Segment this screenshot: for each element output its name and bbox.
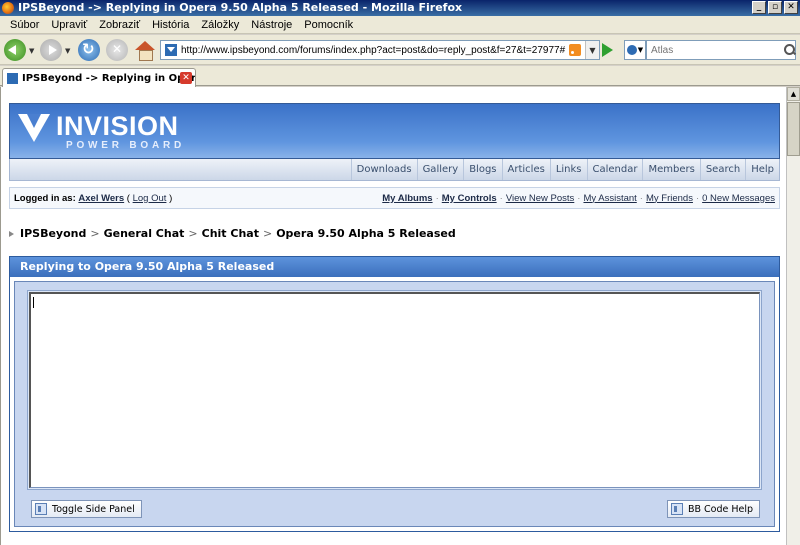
breadcrumb-separator: > bbox=[90, 227, 100, 240]
help-icon bbox=[670, 503, 683, 515]
breadcrumb-separator: > bbox=[188, 227, 198, 240]
toggle-side-panel-button[interactable]: Toggle Side Panel bbox=[31, 500, 142, 518]
user-links: My Albums · My Controls · View New Posts… bbox=[382, 193, 775, 204]
breadcrumb-item[interactable]: IPSBeyond bbox=[20, 227, 86, 240]
site-favicon-icon bbox=[165, 44, 177, 56]
menu-edit[interactable]: Upraviť bbox=[45, 19, 93, 31]
breadcrumb-current[interactable]: Opera 9.50 Alpha 5 Released bbox=[276, 227, 456, 240]
stop-icon[interactable] bbox=[106, 39, 128, 61]
nav-articles[interactable]: Articles bbox=[501, 159, 550, 180]
search-engine-icon bbox=[626, 45, 637, 55]
home-icon[interactable] bbox=[134, 39, 156, 61]
nav-search[interactable]: Search bbox=[699, 159, 745, 180]
new-messages-link[interactable]: 0 New Messages bbox=[702, 193, 775, 204]
forum-banner: INVISION POWER BOARD bbox=[9, 103, 780, 159]
logout-paren-open: ( bbox=[126, 192, 130, 204]
logged-in-label: Logged in as: bbox=[14, 192, 76, 204]
editor-frame: Toggle Side Panel BB Code Help bbox=[14, 281, 775, 527]
vertical-scrollbar[interactable]: ▲ bbox=[786, 87, 800, 545]
scroll-up-icon[interactable]: ▲ bbox=[787, 87, 800, 101]
menu-file[interactable]: Súbor bbox=[4, 19, 45, 31]
tab-active[interactable]: IPSBeyond -> Replying in Opera ... ✕ bbox=[2, 68, 196, 87]
go-arrow-icon[interactable] bbox=[602, 43, 613, 57]
forward-history-dropdown-icon[interactable]: ▼ bbox=[65, 47, 70, 55]
back-arrow-icon[interactable] bbox=[4, 39, 26, 61]
search-engine-selector[interactable]: ▼ bbox=[624, 40, 646, 60]
menu-history[interactable]: História bbox=[146, 19, 195, 31]
editor-container bbox=[27, 290, 762, 490]
close-window-button[interactable]: ✕ bbox=[784, 1, 798, 14]
tab-label: IPSBeyond -> Replying in Opera ... bbox=[22, 72, 195, 84]
separator-dot: · bbox=[695, 192, 700, 204]
my-friends-link[interactable]: My Friends bbox=[646, 193, 693, 204]
menu-help[interactable]: Pomocník bbox=[298, 19, 359, 31]
breadcrumb: IPSBeyond > General Chat > Chit Chat > O… bbox=[9, 227, 780, 240]
rss-feed-icon[interactable] bbox=[569, 44, 581, 56]
toggle-side-panel-label: Toggle Side Panel bbox=[52, 503, 135, 515]
firefox-icon bbox=[2, 2, 14, 14]
reply-panel: Replying to Opera 9.50 Alpha 5 Released … bbox=[9, 256, 780, 532]
nav-links[interactable]: Links bbox=[549, 159, 587, 180]
search-box[interactable] bbox=[646, 40, 796, 60]
logout-link[interactable]: Log Out bbox=[133, 193, 167, 204]
separator-dot: · bbox=[435, 192, 439, 204]
url-bar[interactable]: ▼ bbox=[160, 40, 600, 60]
tab-bar: IPSBeyond -> Replying in Opera ... ✕ bbox=[0, 66, 800, 87]
menu-tools[interactable]: Nástroje bbox=[245, 19, 298, 31]
nav-blogs[interactable]: Blogs bbox=[463, 159, 501, 180]
forum-nav: Downloads Gallery Blogs Articles Links C… bbox=[9, 159, 780, 181]
window-titlebar: IPSBeyond -> Replying in Opera 9.50 Alph… bbox=[0, 0, 800, 16]
menu-view[interactable]: Zobraziť bbox=[93, 19, 146, 31]
invision-logo-icon bbox=[18, 114, 50, 142]
my-controls-link[interactable]: My Controls bbox=[442, 193, 497, 204]
separator-dot: · bbox=[577, 192, 581, 204]
nav-downloads[interactable]: Downloads bbox=[350, 159, 417, 180]
side-panel-icon bbox=[35, 503, 47, 515]
view-new-posts-link[interactable]: View New Posts bbox=[506, 193, 574, 204]
menu-bookmarks[interactable]: Záložky bbox=[195, 19, 245, 31]
username-link[interactable]: Axel Wers bbox=[78, 193, 124, 204]
breadcrumb-item[interactable]: Chit Chat bbox=[202, 227, 259, 240]
text-caret bbox=[33, 297, 34, 308]
minimize-button[interactable]: _ bbox=[752, 1, 766, 14]
forum-page: INVISION POWER BOARD Downloads Gallery B… bbox=[9, 103, 780, 532]
page-viewport: INVISION POWER BOARD Downloads Gallery B… bbox=[0, 87, 786, 545]
login-info: Logged in as: Axel Wers ( Log Out ) bbox=[14, 193, 382, 204]
bb-code-help-button[interactable]: BB Code Help bbox=[666, 500, 760, 518]
logout-paren-close: ) bbox=[169, 192, 173, 204]
my-assistant-link[interactable]: My Assistant bbox=[583, 193, 636, 204]
search-input[interactable] bbox=[647, 44, 783, 56]
post-textarea[interactable] bbox=[29, 292, 760, 488]
tab-close-icon[interactable]: ✕ bbox=[180, 72, 192, 84]
nav-members[interactable]: Members bbox=[642, 159, 699, 180]
nav-help[interactable]: Help bbox=[745, 159, 779, 180]
my-albums-link[interactable]: My Albums bbox=[382, 193, 432, 204]
separator-dot: · bbox=[639, 192, 643, 204]
search-icon[interactable] bbox=[783, 43, 795, 57]
breadcrumb-item[interactable]: General Chat bbox=[104, 227, 185, 240]
nav-calendar[interactable]: Calendar bbox=[586, 159, 643, 180]
nav-gallery[interactable]: Gallery bbox=[416, 159, 464, 180]
window-controls: _ ▫ ✕ bbox=[752, 1, 798, 14]
url-history-dropdown-icon[interactable]: ▼ bbox=[585, 41, 599, 59]
reload-icon[interactable] bbox=[78, 39, 100, 61]
window-title: IPSBeyond -> Replying in Opera 9.50 Alph… bbox=[18, 1, 463, 14]
forward-arrow-icon[interactable] bbox=[40, 39, 62, 61]
navigation-toolbar: ▼ ▼ ▼ ▼ bbox=[0, 35, 800, 65]
maximize-button[interactable]: ▫ bbox=[768, 1, 782, 14]
scrollbar-thumb[interactable] bbox=[787, 102, 800, 156]
chevron-down-icon: ▼ bbox=[637, 46, 644, 54]
panel-title: Replying to Opera 9.50 Alpha 5 Released bbox=[10, 257, 779, 277]
bb-code-help-label: BB Code Help bbox=[687, 503, 753, 515]
logo-subtitle: POWER BOARD bbox=[66, 140, 186, 151]
url-input[interactable] bbox=[181, 44, 569, 56]
logo-title: INVISION bbox=[56, 111, 179, 141]
tab-favicon-icon bbox=[7, 72, 18, 84]
menu-bar: Súbor Upraviť Zobraziť História Záložky … bbox=[0, 16, 800, 34]
breadcrumb-separator: > bbox=[262, 227, 273, 240]
breadcrumb-arrow-icon bbox=[9, 230, 14, 237]
user-bar: Logged in as: Axel Wers ( Log Out ) My A… bbox=[9, 187, 780, 209]
back-history-dropdown-icon[interactable]: ▼ bbox=[29, 47, 34, 55]
separator-dot: · bbox=[499, 192, 503, 204]
